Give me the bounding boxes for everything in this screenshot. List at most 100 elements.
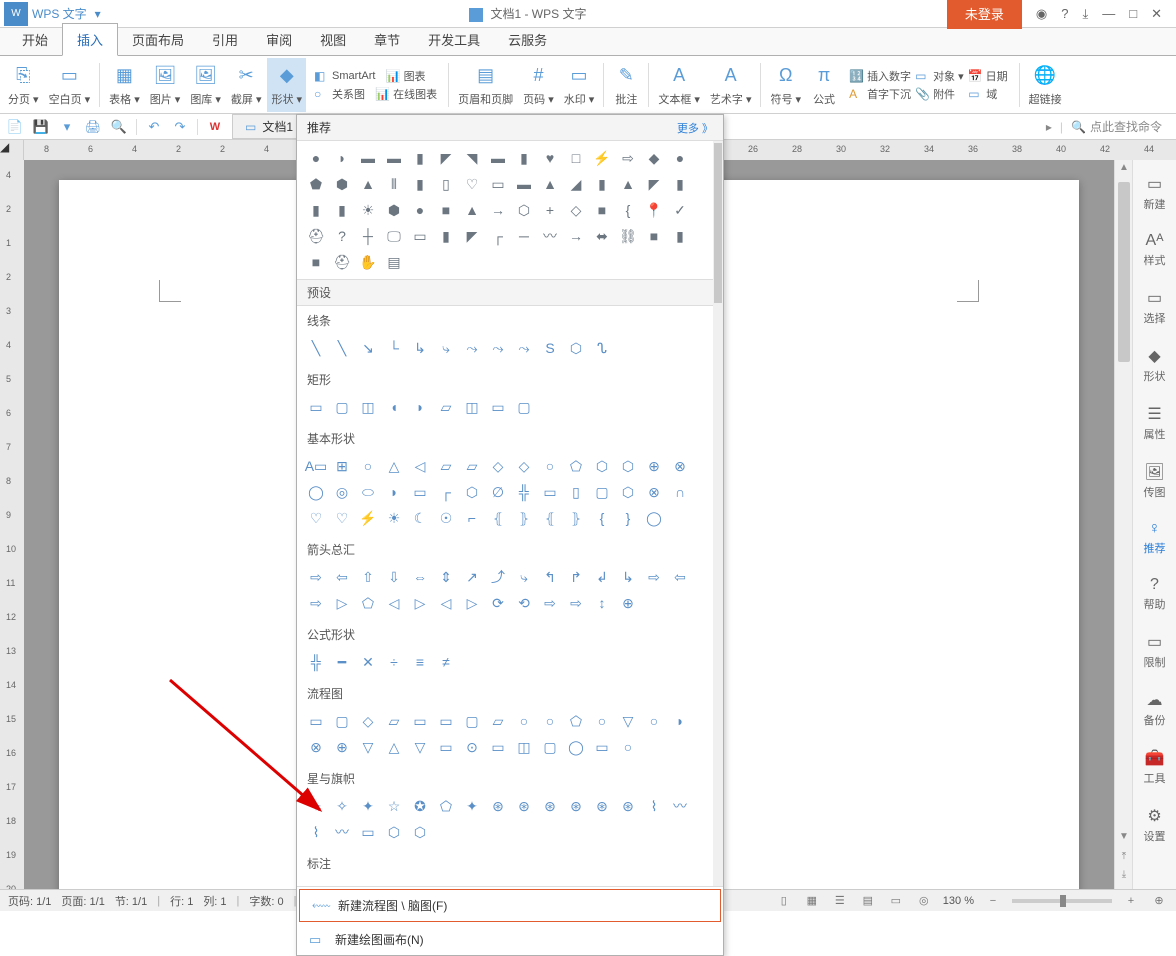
- shape-rec-42[interactable]: {: [617, 199, 639, 221]
- shape-基本形状-23[interactable]: ╬: [513, 481, 535, 503]
- shape-线条-2[interactable]: ↘: [357, 337, 379, 359]
- shape-公式形状-5[interactable]: ≠: [435, 651, 457, 673]
- ruler-vertical[interactable]: 421234567891011121314151617181920: [0, 160, 24, 889]
- shape-箭头总汇-14[interactable]: ⇦: [669, 566, 691, 588]
- shape-矩形-2[interactable]: ◫: [357, 396, 379, 418]
- shape-线条-5[interactable]: ⤷: [435, 337, 457, 359]
- rightpanel-选择[interactable]: ▭选择: [1133, 284, 1176, 330]
- shape-线条-0[interactable]: ╲: [305, 337, 327, 359]
- shape-rec-48[interactable]: 🖵: [383, 225, 405, 247]
- shape-箭头总汇-0[interactable]: ⇨: [305, 566, 327, 588]
- shape-基本形状-42[interactable]: }: [617, 507, 639, 529]
- shape-箭头总汇-2[interactable]: ⇧: [357, 566, 379, 588]
- shape-基本形状-40[interactable]: ⦄: [565, 507, 587, 529]
- shape-rec-5[interactable]: ◤: [435, 147, 457, 169]
- shape-箭头总汇-24[interactable]: ⇨: [539, 592, 561, 614]
- shape-流程图-4[interactable]: ▭: [409, 710, 431, 732]
- rightpanel-设置[interactable]: ⚙设置: [1133, 802, 1176, 848]
- shape-rec-46[interactable]: ?: [331, 225, 353, 247]
- shape-rec-44[interactable]: ✓: [669, 199, 691, 221]
- shape-rec-32[interactable]: ☀: [357, 199, 379, 221]
- shape-rec-26[interactable]: ▮: [591, 173, 613, 195]
- shape-基本形状-1[interactable]: ⊞: [331, 455, 353, 477]
- scroll-down-arrow[interactable]: ▼: [1115, 831, 1133, 849]
- shape-rec-25[interactable]: ◢: [565, 173, 587, 195]
- shape-rec-61[interactable]: ⛑: [331, 251, 353, 273]
- ribbon-文本框 ▾[interactable]: A文本框 ▾: [654, 58, 704, 112]
- shape-公式形状-4[interactable]: ≡: [409, 651, 431, 673]
- zoom-slider[interactable]: [1012, 899, 1112, 903]
- shape-星与旗帜-7[interactable]: ⊛: [487, 795, 509, 817]
- shape-rec-35[interactable]: ■: [435, 199, 457, 221]
- shape-基本形状-14[interactable]: ⊗: [669, 455, 691, 477]
- shape-箭头总汇-18[interactable]: ◁: [383, 592, 405, 614]
- shape-流程图-23[interactable]: ◫: [513, 736, 535, 758]
- shape-箭头总汇-3[interactable]: ⇩: [383, 566, 405, 588]
- shape-基本形状-22[interactable]: ∅: [487, 481, 509, 503]
- rightpanel-帮助[interactable]: ?帮助: [1133, 572, 1176, 616]
- shape-rec-12[interactable]: ⇨: [617, 147, 639, 169]
- tab-审阅[interactable]: 审阅: [252, 24, 306, 55]
- shape-rec-45[interactable]: ⛑: [305, 225, 327, 247]
- shape-rec-13[interactable]: ◆: [643, 147, 665, 169]
- shape-基本形状-7[interactable]: ◇: [487, 455, 509, 477]
- shape-箭头总汇-22[interactable]: ⟳: [487, 592, 509, 614]
- shape-rec-50[interactable]: ▮: [435, 225, 457, 247]
- tab-插入[interactable]: 插入: [62, 23, 118, 56]
- shape-星与旗帜-15[interactable]: ⌇: [305, 821, 327, 843]
- shape-箭头总汇-9[interactable]: ↰: [539, 566, 561, 588]
- dd-scroll-thumb[interactable]: [714, 143, 722, 303]
- save-dropdown[interactable]: ▾: [58, 118, 76, 136]
- ribbon-分页 ▾[interactable]: ⎘分页 ▾: [4, 58, 43, 112]
- shape-rec-58[interactable]: ■: [643, 225, 665, 247]
- shape-流程图-22[interactable]: ▭: [487, 736, 509, 758]
- shape-基本形状-24[interactable]: ▭: [539, 481, 561, 503]
- shape-箭头总汇-1[interactable]: ⇦: [331, 566, 353, 588]
- shape-箭头总汇-27[interactable]: ⊕: [617, 592, 639, 614]
- zoom-knob[interactable]: [1060, 895, 1066, 907]
- shape-流程图-27[interactable]: ○: [617, 736, 639, 758]
- shape-箭头总汇-12[interactable]: ↳: [617, 566, 639, 588]
- rightpanel-属性[interactable]: ☰属性: [1133, 400, 1176, 446]
- scroll-thumb[interactable]: [1118, 182, 1130, 362]
- login-button[interactable]: 未登录: [947, 0, 1022, 29]
- ribbon-relation[interactable]: ○关系图 📊在线图表: [314, 86, 437, 102]
- redo-icon[interactable]: ↷: [171, 118, 189, 136]
- shape-基本形状-2[interactable]: ○: [357, 455, 379, 477]
- shape-箭头总汇-26[interactable]: ↕: [591, 592, 613, 614]
- shape-星与旗帜-17[interactable]: ▭: [357, 821, 379, 843]
- shape-流程图-10[interactable]: ⬠: [565, 710, 587, 732]
- shape-星与旗帜-4[interactable]: ✪: [409, 795, 431, 817]
- sb-chars[interactable]: 字数: 0: [249, 893, 283, 909]
- shape-箭头总汇-4[interactable]: ⇔: [409, 566, 431, 588]
- ribbon-批注[interactable]: ✎批注: [609, 58, 643, 112]
- shape-星与旗帜-12[interactable]: ⊛: [617, 795, 639, 817]
- shape-矩形-7[interactable]: ▭: [487, 396, 509, 418]
- shape-流程图-6[interactable]: ▢: [461, 710, 483, 732]
- shape-rec-63[interactable]: ▤: [383, 251, 405, 273]
- shape-rec-37[interactable]: →: [487, 199, 509, 221]
- shape-rec-16[interactable]: ⬢: [331, 173, 353, 195]
- shape-基本形状-21[interactable]: ⬡: [461, 481, 483, 503]
- shape-公式形状-2[interactable]: ✕: [357, 651, 379, 673]
- shape-rec-57[interactable]: ⛓: [617, 225, 639, 247]
- shape-基本形状-28[interactable]: ⊗: [643, 481, 665, 503]
- shape-基本形状-29[interactable]: ∩: [669, 481, 691, 503]
- shape-rec-7[interactable]: ▬: [487, 147, 509, 169]
- shape-箭头总汇-17[interactable]: ⬠: [357, 592, 379, 614]
- rightpanel-推荐[interactable]: ♀推荐: [1133, 516, 1176, 560]
- shape-基本形状-0[interactable]: A▭: [305, 455, 327, 477]
- shape-星与旗帜-5[interactable]: ⬠: [435, 795, 457, 817]
- ribbon-表格 ▾[interactable]: ▦表格 ▾: [105, 58, 144, 112]
- shape-箭头总汇-13[interactable]: ⇨: [643, 566, 665, 588]
- shape-星与旗帜-14[interactable]: 〰: [669, 795, 691, 817]
- shape-rec-41[interactable]: ■: [591, 199, 613, 221]
- shape-流程图-12[interactable]: ▽: [617, 710, 639, 732]
- shape-rec-10[interactable]: □: [565, 147, 587, 169]
- shape-星与旗帜-18[interactable]: ⬡: [383, 821, 405, 843]
- shape-线条-8[interactable]: ⤳: [513, 337, 535, 359]
- sb-section[interactable]: 节: 1/1: [115, 893, 147, 909]
- shape-基本形状-18[interactable]: ◗: [383, 481, 405, 503]
- shape-流程图-24[interactable]: ▢: [539, 736, 561, 758]
- shape-rec-38[interactable]: ⬡: [513, 199, 535, 221]
